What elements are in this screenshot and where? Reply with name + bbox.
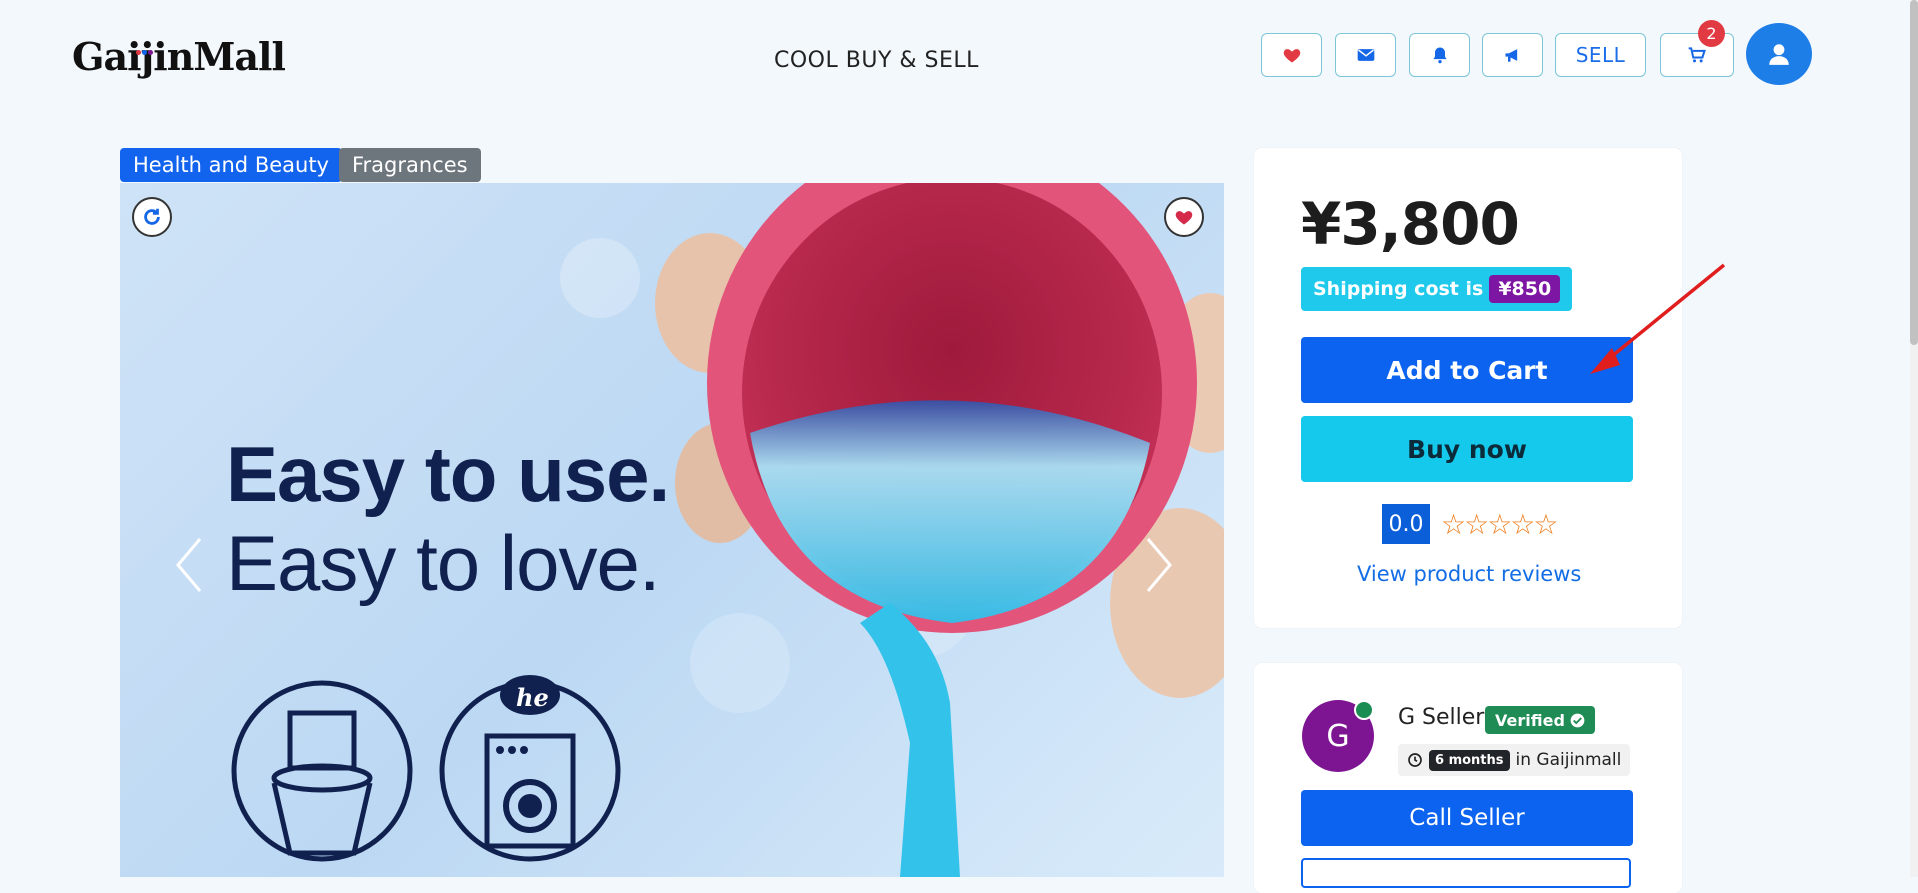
sell-button[interactable]: SELL [1555,33,1646,77]
verified-badge: Verified [1485,706,1595,734]
scrollbar-thumb[interactable] [1910,0,1918,345]
refresh-icon [144,208,160,225]
product-headline-line2: Easy to love. [226,519,661,607]
site-tagline: COOL BUY & SELL [774,48,979,73]
shipping-cost-value: ¥850 [1489,275,1561,303]
buy-now-button[interactable]: Buy now [1301,416,1633,482]
category-tag-fragrances[interactable]: Fragrances [339,148,481,182]
user-icon [1769,44,1789,65]
product-price: ¥3,800 [1301,190,1520,258]
notifications-button[interactable] [1409,33,1470,77]
he-logo-text: he [516,683,549,712]
product-image-carousel[interactable]: Easy to use. Easy to love. he [120,183,1224,877]
announcements-button[interactable] [1482,33,1543,77]
rating-score: 0.0 [1382,504,1430,544]
shipping-label: Shipping cost is [1313,278,1484,300]
chevron-left-icon [176,538,202,592]
add-to-wishlist-button[interactable] [1164,197,1204,237]
bell-icon [1432,47,1447,64]
tenure-suffix: in Gaijinmall [1515,750,1622,770]
cart-icon [1688,47,1706,63]
site-logo[interactable]: GaijinMall [72,34,286,79]
clock-icon [1408,753,1422,767]
heart-icon [1175,211,1193,225]
carousel-next-button[interactable] [1140,535,1176,595]
heart-icon [1283,49,1300,63]
tenure-duration-badge: 6 months [1429,749,1510,771]
seller-tenure: 6 months in Gaijinmall [1398,744,1631,776]
cart-count-badge: 2 [1698,20,1725,47]
wishlist-button[interactable] [1261,33,1322,77]
reset-zoom-button[interactable] [132,197,172,237]
view-reviews-link[interactable]: View product reviews [1357,562,1581,586]
chevron-right-icon [1146,538,1172,592]
seller-secondary-button[interactable] [1301,858,1631,888]
call-seller-button[interactable]: Call Seller [1301,790,1633,846]
bullhorn-icon [1505,49,1517,62]
carousel-prev-button[interactable] [172,535,208,595]
seller-name[interactable]: G Seller [1398,705,1484,730]
category-tag-health-beauty[interactable]: Health and Beauty [120,148,342,182]
rating-stars: ☆☆☆☆☆ [1441,508,1559,541]
cart-button[interactable]: 2 [1660,20,1734,77]
user-account-button[interactable] [1746,23,1812,85]
check-circle-icon [1570,713,1585,727]
add-to-cart-button[interactable]: Add to Cart [1301,337,1633,403]
shipping-cost-badge: Shipping cost is ¥850 [1301,267,1573,311]
logo-dots [136,40,154,59]
product-headline-line1: Easy to use. [226,430,670,518]
online-status-dot [1354,700,1374,720]
messages-button[interactable] [1335,33,1396,77]
envelope-icon [1357,49,1374,61]
verified-label: Verified [1495,710,1565,730]
